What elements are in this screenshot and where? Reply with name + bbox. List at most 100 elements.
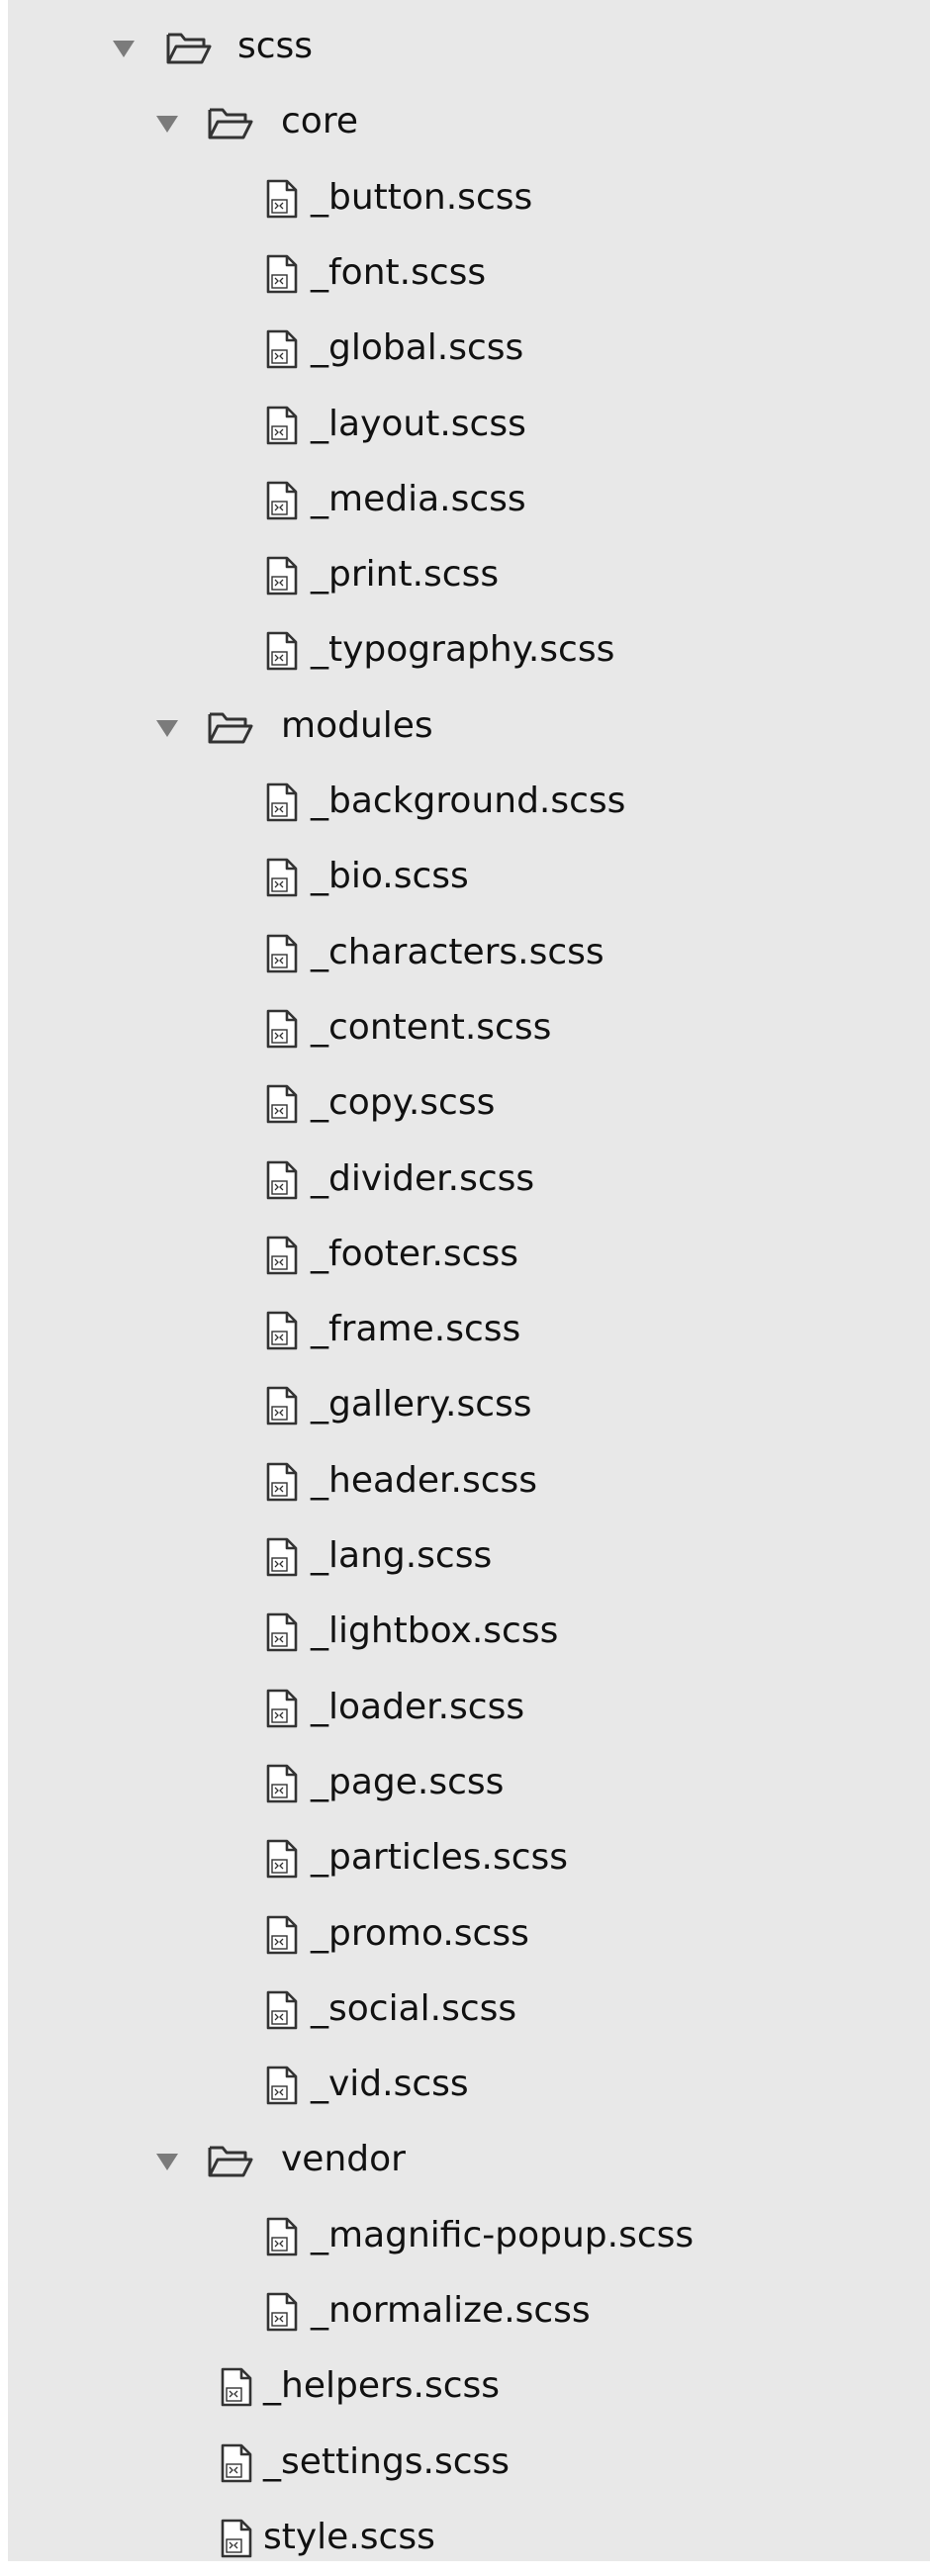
file-label: _settings.scss	[263, 2440, 511, 2482]
file-icon	[265, 1537, 299, 1582]
folder-label: scss	[237, 26, 314, 66]
file-label: _copy.scss	[311, 1082, 496, 1124]
file-row-style[interactable]: style.scss	[8, 2501, 930, 2576]
file-label: _lang.scss	[311, 1535, 493, 1576]
file-label: _divider.scss	[311, 1157, 535, 1199]
file-label: _magnific-popup.scss	[311, 2214, 695, 2255]
file-row-gallery[interactable]: _gallery.scss	[8, 1368, 930, 1443]
file-label: _helpers.scss	[263, 2365, 501, 2407]
file-row-lang[interactable]: _lang.scss	[8, 1519, 930, 1595]
file-row-background[interactable]: _background.scss	[8, 765, 930, 840]
file-icon	[265, 1612, 299, 1657]
file-row-social[interactable]: _social.scss	[8, 1973, 930, 2048]
file-icon	[265, 481, 299, 525]
file-row-font[interactable]: _font.scss	[8, 236, 930, 312]
file-icon	[265, 631, 299, 676]
file-row-characters[interactable]: _characters.scss	[8, 916, 930, 991]
file-row-header[interactable]: _header.scss	[8, 1444, 930, 1519]
file-label: _header.scss	[311, 1459, 538, 1501]
file-label: _promo.scss	[311, 1912, 529, 1954]
file-label: _global.scss	[311, 327, 524, 369]
file-icon	[265, 2292, 299, 2337]
folder-label: core	[281, 101, 358, 142]
file-row-copy[interactable]: _copy.scss	[8, 1066, 930, 1142]
file-row-helpers[interactable]: _helpers.scss	[8, 2349, 930, 2425]
file-label: _characters.scss	[311, 931, 604, 972]
file-row-typography[interactable]: _typography.scss	[8, 613, 930, 689]
file-icon	[220, 2367, 253, 2412]
file-row-bio[interactable]: _bio.scss	[8, 840, 930, 915]
file-label: _social.scss	[311, 1987, 517, 2029]
file-label: _typography.scss	[311, 629, 615, 671]
file-label: _layout.scss	[311, 403, 526, 444]
file-row-loader[interactable]: _loader.scss	[8, 1671, 930, 1746]
file-label: _footer.scss	[311, 1233, 518, 1274]
folder-row-modules[interactable]: modules	[8, 690, 930, 765]
file-browser-window: scss core _button.scss _font.scss _global.sc…	[0, 0, 930, 2561]
file-row-layout[interactable]: _layout.scss	[8, 388, 930, 463]
file-icon	[265, 782, 299, 827]
file-row-content[interactable]: _content.scss	[8, 991, 930, 1066]
file-row-particles[interactable]: _particles.scss	[8, 1821, 930, 1896]
file-icon	[220, 2519, 253, 2563]
file-icon	[220, 2443, 253, 2488]
file-label: _vid.scss	[311, 2064, 469, 2105]
file-row-vid[interactable]: _vid.scss	[8, 2048, 930, 2123]
file-row-global[interactable]: _global.scss	[8, 312, 930, 387]
file-icon	[265, 1839, 299, 1884]
file-label: _page.scss	[311, 1761, 505, 1802]
file-row-media[interactable]: _media.scss	[8, 463, 930, 538]
folder-icon	[208, 2142, 253, 2184]
file-row-settings[interactable]: _settings.scss	[8, 2426, 930, 2501]
file-icon	[265, 1160, 299, 1205]
file-label: _bio.scss	[311, 856, 469, 897]
disclosure-triangle-icon[interactable]	[113, 41, 135, 57]
disclosure-triangle-icon[interactable]	[156, 719, 178, 737]
file-row-promo[interactable]: _promo.scss	[8, 1897, 930, 1973]
file-tree: scss core _button.scss _font.scss _global.sc…	[8, 0, 930, 2561]
file-icon	[265, 1689, 299, 1733]
file-icon	[265, 179, 299, 224]
folder-icon	[166, 29, 212, 71]
file-icon	[265, 1990, 299, 2035]
file-icon	[265, 1386, 299, 1430]
disclosure-triangle-icon[interactable]	[156, 116, 178, 134]
file-label: _loader.scss	[311, 1686, 525, 1727]
file-row-divider[interactable]: _divider.scss	[8, 1143, 930, 1218]
file-icon	[265, 858, 299, 902]
file-icon	[265, 1311, 299, 1355]
file-label: _print.scss	[311, 554, 500, 596]
folder-row-vendor[interactable]: vendor	[8, 2123, 930, 2198]
file-icon	[265, 1009, 299, 1054]
file-row-normalize[interactable]: _normalize.scss	[8, 2274, 930, 2349]
file-row-page[interactable]: _page.scss	[8, 1746, 930, 1821]
folder-icon	[208, 104, 253, 146]
folder-row-core[interactable]: core	[8, 85, 930, 160]
file-icon	[265, 1764, 299, 1808]
file-label: _lightbox.scss	[311, 1610, 559, 1652]
file-icon	[265, 406, 299, 450]
folder-label: modules	[281, 704, 433, 746]
file-label: _media.scss	[311, 478, 526, 519]
file-icon	[265, 2066, 299, 2110]
disclosure-triangle-icon[interactable]	[156, 2154, 178, 2171]
folder-row-scss[interactable]: scss	[8, 10, 930, 85]
file-icon	[265, 254, 299, 299]
file-label: _button.scss	[311, 176, 533, 218]
file-row-print[interactable]: _print.scss	[8, 538, 930, 613]
file-icon	[265, 1236, 299, 1280]
file-label: _background.scss	[311, 781, 626, 821]
file-row-button[interactable]: _button.scss	[8, 161, 930, 236]
file-label: _frame.scss	[311, 1309, 521, 1350]
file-row-footer[interactable]: _footer.scss	[8, 1218, 930, 1293]
folder-icon	[208, 708, 253, 751]
file-icon	[265, 934, 299, 978]
file-label: _particles.scss	[311, 1837, 569, 1879]
file-icon	[265, 1084, 299, 1129]
file-row-lightbox[interactable]: _lightbox.scss	[8, 1595, 930, 1670]
file-icon	[265, 329, 299, 374]
file-row-frame[interactable]: _frame.scss	[8, 1293, 930, 1368]
file-label: _gallery.scss	[311, 1384, 532, 1426]
file-row-magnific-popup[interactable]: _magnific-popup.scss	[8, 2199, 930, 2274]
file-label: _content.scss	[311, 1006, 552, 1048]
